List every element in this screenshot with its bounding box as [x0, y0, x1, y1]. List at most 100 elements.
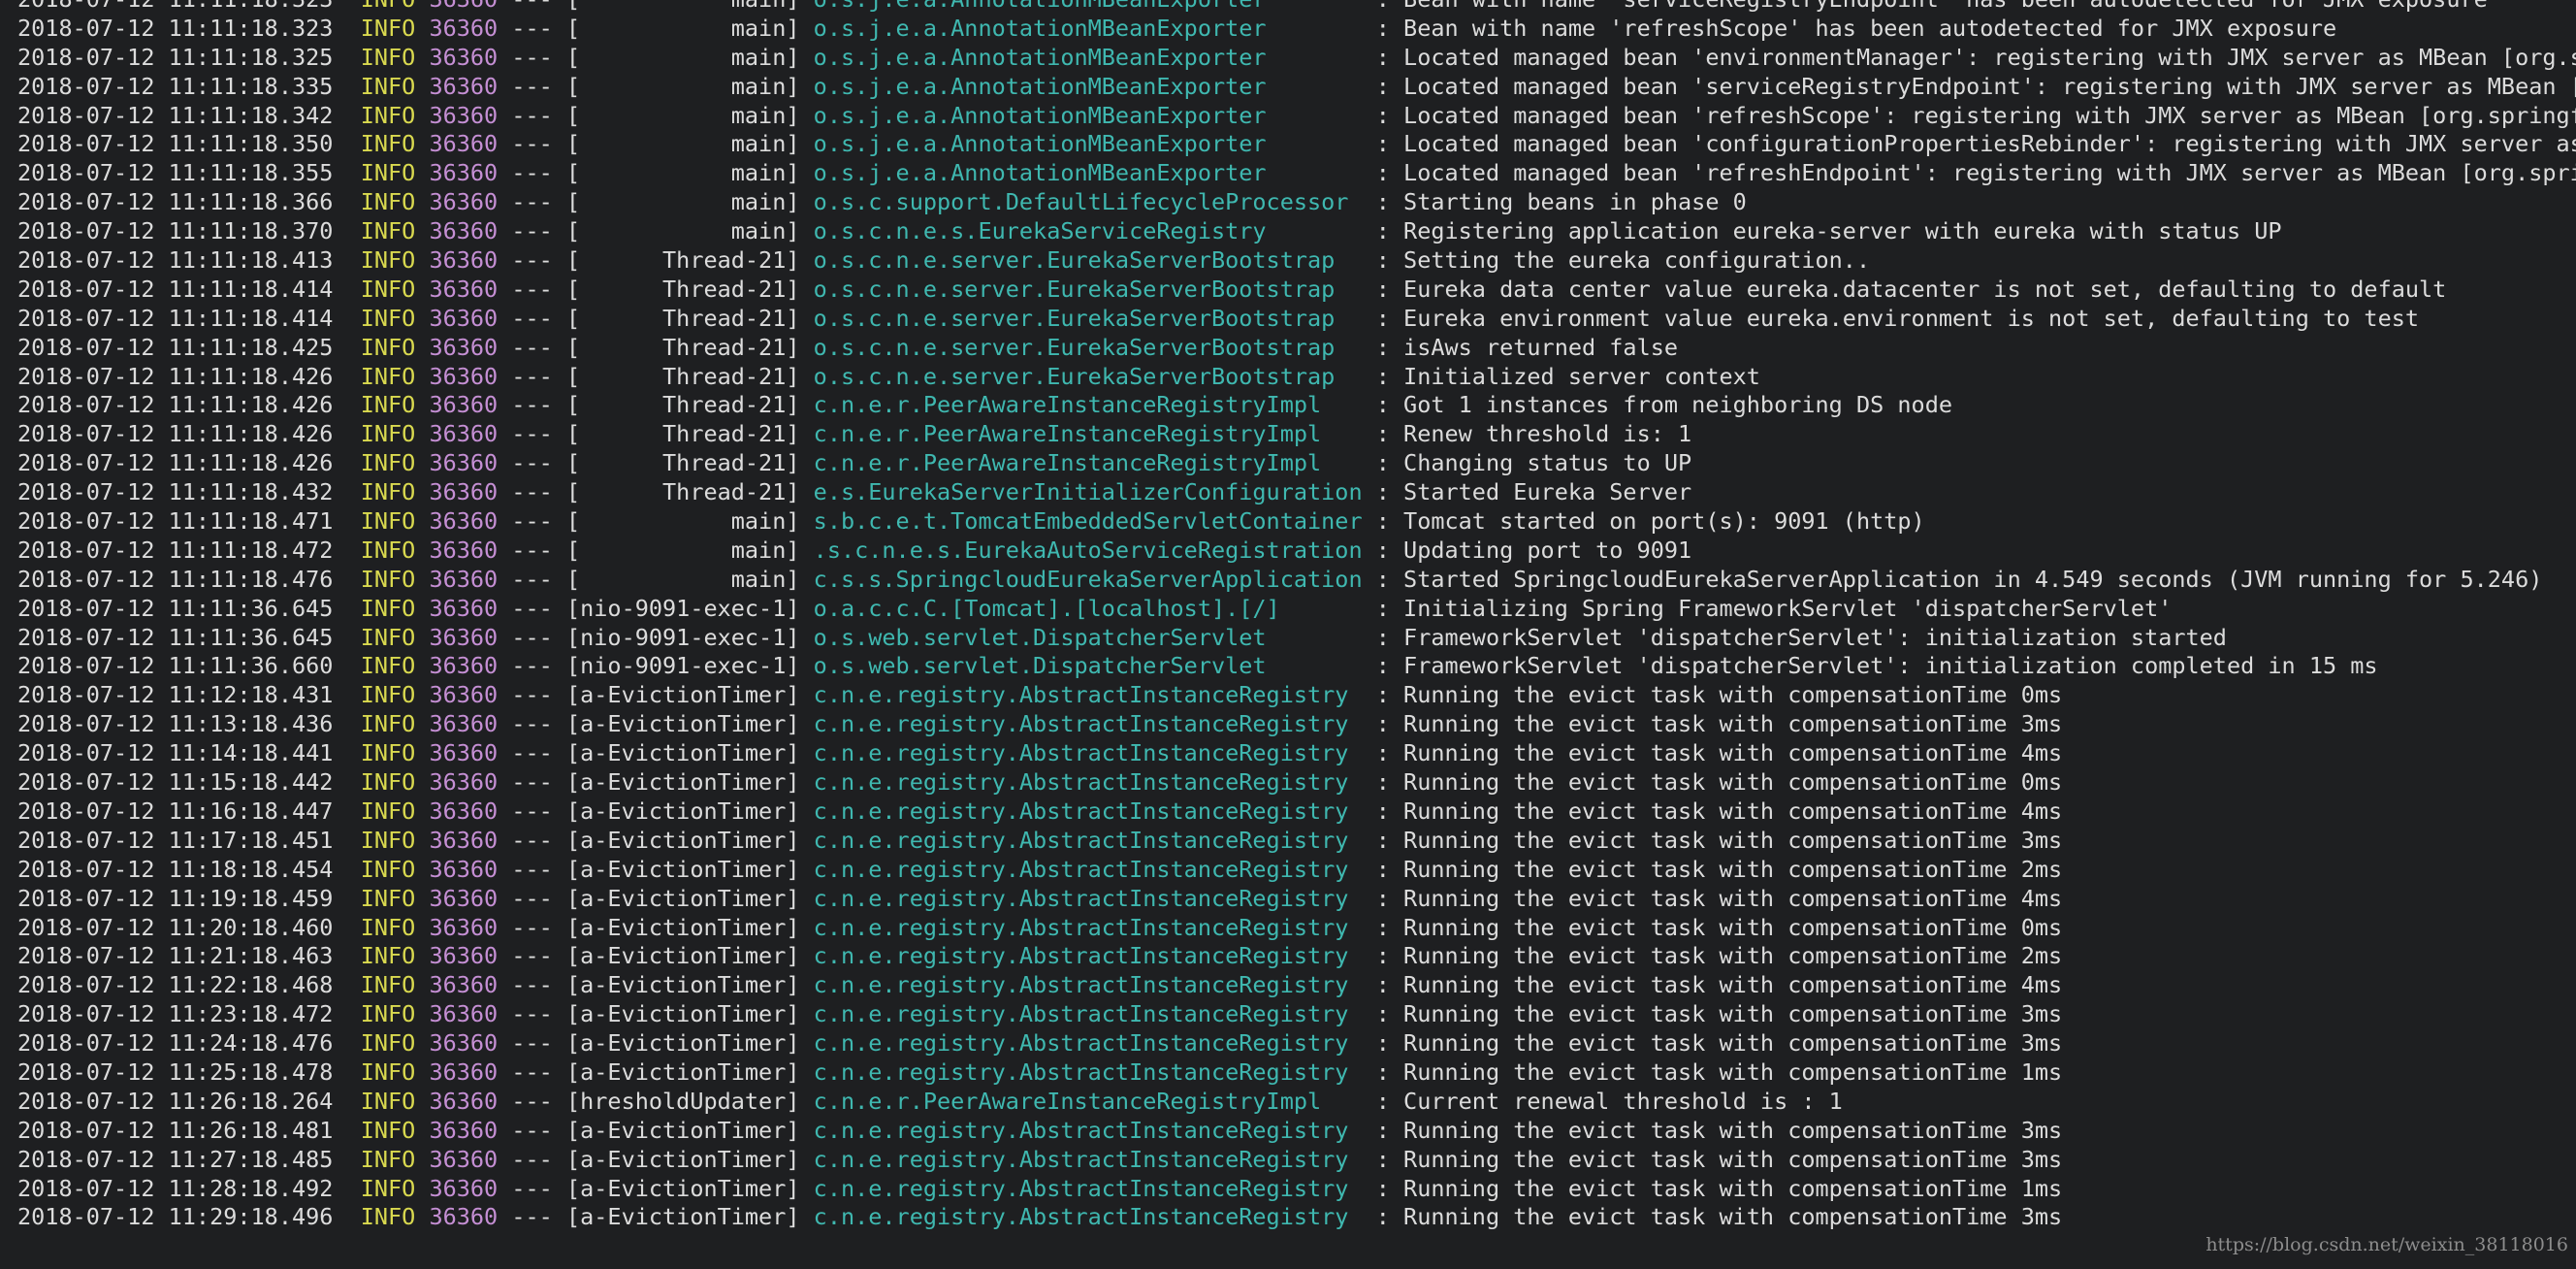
log-thread: [a-EvictionTimer] [565, 1145, 800, 1173]
log-message: : Bean with name 'refreshScope' has been… [1375, 14, 2337, 42]
log-thread: [ Thread-21] [565, 333, 800, 361]
log-logger: o.s.c.n.e.s.EurekaServiceRegistry [813, 217, 1363, 245]
log-level: INFO [360, 623, 416, 651]
log-logger: c.n.e.registry.AbstractInstanceRegistry [813, 1203, 1363, 1231]
log-separator: --- [511, 1145, 553, 1173]
log-timestamp: 2018-07-12 11:11:36.645 [17, 594, 334, 622]
log-thread: [a-EvictionTimer] [565, 884, 800, 912]
log-output[interactable]: 2018-07-12 11:11:18.323 INFO 36360 --- [… [17, 0, 2576, 1232]
log-level: INFO [360, 681, 416, 709]
log-logger: o.s.j.e.a.AnnotationMBeanExporter [813, 43, 1363, 71]
log-message: : Registering application eureka-server … [1375, 217, 2282, 245]
log-message: : Running the evict task with compensati… [1375, 681, 2063, 709]
log-pid: 36360 [429, 101, 499, 129]
log-timestamp: 2018-07-12 11:11:18.355 [17, 159, 334, 187]
log-thread: [ Thread-21] [565, 391, 800, 419]
log-message: : Started Eureka Server [1375, 478, 1692, 506]
log-message: : Tomcat started on port(s): 9091 (http) [1375, 507, 1925, 536]
log-level: INFO [360, 14, 416, 42]
log-pid: 36360 [429, 681, 499, 709]
log-timestamp: 2018-07-12 11:26:18.264 [17, 1087, 334, 1115]
log-timestamp: 2018-07-12 11:28:18.492 [17, 1174, 334, 1202]
log-timestamp: 2018-07-12 11:26:18.481 [17, 1116, 334, 1144]
log-level: INFO [360, 246, 416, 275]
log-message: : Running the evict task with compensati… [1375, 826, 2063, 854]
log-separator: --- [511, 420, 553, 448]
log-separator: --- [511, 478, 553, 506]
log-line: 2018-07-12 11:11:18.472 INFO 36360 --- [… [17, 537, 2576, 566]
log-logger: c.n.e.registry.AbstractInstanceRegistry [813, 739, 1363, 767]
log-timestamp: 2018-07-12 11:11:18.335 [17, 72, 334, 100]
log-logger: o.s.c.n.e.server.EurekaServerBootstrap [813, 275, 1363, 303]
terminal-window[interactable]: 2018-07-12 11:11:18.323 INFO 36360 --- [… [0, 0, 2576, 1269]
log-message: : Changing status to UP [1375, 449, 1692, 477]
log-logger: o.s.j.e.a.AnnotationMBeanExporter [813, 14, 1363, 42]
log-separator: --- [511, 1000, 553, 1028]
log-line: 2018-07-12 11:11:36.645 INFO 36360 --- [… [17, 624, 2576, 653]
log-line: 2018-07-12 11:26:18.481 INFO 36360 --- [… [17, 1117, 2576, 1146]
log-logger: c.n.e.registry.AbstractInstanceRegistry [813, 884, 1363, 912]
log-thread: [nio-9091-exec-1] [565, 623, 800, 651]
log-line: 2018-07-12 11:11:18.323 INFO 36360 --- [… [17, 15, 2576, 44]
log-thread: [a-EvictionTimer] [565, 739, 800, 767]
log-message: : Running the evict task with compensati… [1375, 1203, 2063, 1231]
log-separator: --- [511, 797, 553, 825]
log-timestamp: 2018-07-12 11:11:18.325 [17, 43, 334, 71]
log-timestamp: 2018-07-12 11:11:18.471 [17, 507, 334, 536]
log-thread: [ Thread-21] [565, 478, 800, 506]
log-pid: 36360 [429, 362, 499, 390]
log-line: 2018-07-12 11:23:18.472 INFO 36360 --- [… [17, 1000, 2576, 1029]
log-message: : Running the evict task with compensati… [1375, 913, 2063, 941]
log-thread: [a-EvictionTimer] [565, 1029, 800, 1058]
log-line: 2018-07-12 11:11:18.335 INFO 36360 --- [… [17, 73, 2576, 102]
log-separator: --- [511, 565, 553, 593]
log-thread: [a-EvictionTimer] [565, 855, 800, 883]
log-thread: [ Thread-21] [565, 420, 800, 448]
log-pid: 36360 [429, 43, 499, 71]
log-line: 2018-07-12 11:11:18.425 INFO 36360 --- [… [17, 334, 2576, 363]
log-thread: [ Thread-21] [565, 246, 800, 275]
log-level: INFO [360, 362, 416, 390]
log-separator: --- [511, 449, 553, 477]
log-level: INFO [360, 391, 416, 419]
log-message: : Renew threshold is: 1 [1375, 420, 1692, 448]
log-separator: --- [511, 1116, 553, 1144]
log-logger: c.n.e.registry.AbstractInstanceRegistry [813, 1145, 1363, 1173]
log-message: : Running the evict task with compensati… [1375, 768, 2063, 797]
log-separator: --- [511, 43, 553, 71]
log-line: 2018-07-12 11:11:18.342 INFO 36360 --- [… [17, 102, 2576, 131]
log-pid: 36360 [429, 478, 499, 506]
log-message: : Located managed bean 'configurationPro… [1375, 130, 2576, 158]
log-message: : Updating port to 9091 [1375, 536, 1692, 564]
log-logger: c.n.e.registry.AbstractInstanceRegistry [813, 942, 1363, 970]
log-logger: c.n.e.registry.AbstractInstanceRegistry [813, 797, 1363, 825]
log-pid: 36360 [429, 1058, 499, 1086]
log-level: INFO [360, 101, 416, 129]
log-pid: 36360 [429, 420, 499, 448]
log-separator: --- [511, 855, 553, 883]
log-message: : Got 1 instances from neighboring DS no… [1375, 391, 1952, 419]
log-separator: --- [511, 391, 553, 419]
log-timestamp: 2018-07-12 11:20:18.460 [17, 913, 334, 941]
log-line: 2018-07-12 11:29:18.496 INFO 36360 --- [… [17, 1203, 2576, 1232]
log-logger: c.n.e.registry.AbstractInstanceRegistry [813, 768, 1363, 797]
log-timestamp: 2018-07-12 11:11:18.426 [17, 362, 334, 390]
log-timestamp: 2018-07-12 11:24:18.476 [17, 1029, 334, 1058]
log-level: INFO [360, 884, 416, 912]
log-thread: [ main] [565, 43, 800, 71]
log-level: INFO [360, 855, 416, 883]
log-message: : Running the evict task with compensati… [1375, 1000, 2063, 1028]
log-message: : Located managed bean 'refreshEndpoint'… [1375, 159, 2576, 187]
log-thread: [a-EvictionTimer] [565, 1058, 800, 1086]
log-line: 2018-07-12 11:21:18.463 INFO 36360 --- [… [17, 942, 2576, 971]
log-level: INFO [360, 304, 416, 332]
log-separator: --- [511, 971, 553, 999]
log-timestamp: 2018-07-12 11:18:18.454 [17, 855, 334, 883]
log-line: 2018-07-12 11:11:18.413 INFO 36360 --- [… [17, 246, 2576, 276]
log-timestamp: 2018-07-12 11:11:18.432 [17, 478, 334, 506]
log-pid: 36360 [429, 652, 499, 680]
log-line: 2018-07-12 11:11:18.355 INFO 36360 --- [… [17, 159, 2576, 188]
log-logger: o.s.c.support.DefaultLifecycleProcessor [813, 188, 1363, 216]
log-level: INFO [360, 449, 416, 477]
log-logger: c.n.e.registry.AbstractInstanceRegistry [813, 971, 1363, 999]
